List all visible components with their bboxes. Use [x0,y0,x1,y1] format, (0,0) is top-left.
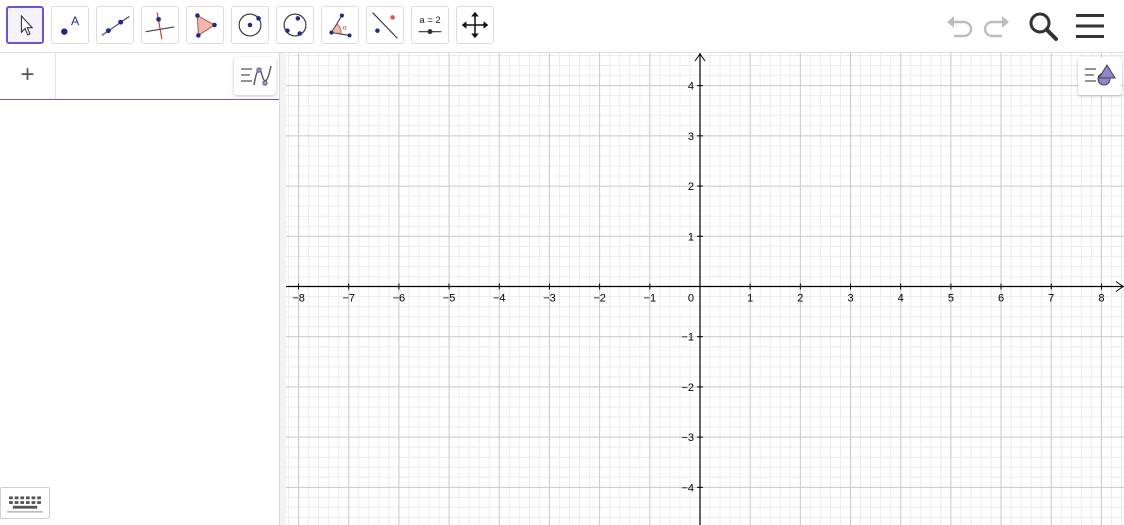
point-icon: A [61,14,80,35]
x-tick-label: 0 [688,292,694,304]
plus-icon: + [20,61,35,88]
polygon-tool-button[interactable] [186,6,224,44]
move-view-tool-button[interactable] [456,6,494,44]
keyboard-toggle-button[interactable] [0,487,50,519]
redo-button[interactable] [978,8,1014,44]
x-tick-label: 1 [747,292,753,304]
y-tick-label: −4 [681,482,694,494]
x-tick-label: 5 [948,292,954,304]
search-button[interactable] [1025,8,1061,44]
perpendicular-tool-button[interactable] [141,6,179,44]
y-tick-label: −1 [681,332,694,344]
move-pointer-icon [20,14,34,36]
redo-icon [983,16,1009,38]
y-tick-label: 1 [688,231,694,243]
search-icon [1029,12,1058,41]
x-tick-label: −4 [493,292,506,304]
x-tick-label: −6 [393,292,406,304]
circle-center-point-icon [238,13,262,37]
x-tick-label: −3 [543,292,556,304]
algebra-input-field[interactable] [57,53,233,99]
circle-tool-button[interactable] [231,6,269,44]
reflect-about-line-icon [372,12,398,39]
x-tick-label: −5 [443,292,456,304]
x-tick-label: 4 [898,292,904,304]
y-tick-label: 4 [688,81,694,93]
undo-icon [947,16,973,38]
polygon-icon [195,13,217,38]
x-tick-label: 3 [847,292,853,304]
svg-text:a = 2: a = 2 [419,15,440,26]
y-tick-label: −3 [681,432,694,444]
x-tick-label: 6 [998,292,1004,304]
line-tool-button[interactable] [96,6,134,44]
hamburger-menu-icon [1076,14,1104,38]
x-tick-label: −1 [644,292,657,304]
line-through-two-points-icon [101,16,130,36]
move-graphics-view-icon [461,11,489,39]
algebra-view: + [0,53,280,525]
graphics-view[interactable]: −8 −7 −6 −5 −4 −3 −2 −1 0 1 2 3 4 5 6 7 8 1 2 3 4 −1 −2 −3 −4 [286,53,1124,525]
x-tick-label: 7 [1048,292,1054,304]
angle-icon: α [329,13,352,38]
algebra-input-row: + [0,53,279,100]
x-tick-label: −8 [292,292,305,304]
angle-tool-button[interactable]: α [321,6,359,44]
circle-three-points-tool-button[interactable] [276,6,314,44]
algebra-view-menu-button[interactable] [234,57,276,95]
move-tool-button[interactable] [6,6,44,44]
circle-three-points-icon [283,13,307,37]
main-menu-button[interactable] [1072,8,1108,44]
reflect-tool-button[interactable] [366,6,404,44]
algebra-view-menu-icon [241,65,272,86]
slider-tool-button[interactable]: a = 2 [411,6,449,44]
perpendicular-line-icon [145,12,175,40]
y-tick-label: 2 [688,181,694,193]
virtual-keyboard-icon [7,496,43,513]
x-tick-label: 8 [1098,292,1104,304]
undo-button[interactable] [942,8,978,44]
point-tool-button[interactable]: A [51,6,89,44]
graphics-style-bar-icon [1085,64,1116,86]
graphics-style-bar-button[interactable] [1078,57,1122,95]
x-tick-label: −2 [593,292,606,304]
x-tick-label: −7 [342,292,355,304]
x-tick-label: 2 [797,292,803,304]
coordinate-grid: −8 −7 −6 −5 −4 −3 −2 −1 0 1 2 3 4 5 6 7 8 1 2 3 4 −1 −2 −3 −4 [286,53,1124,525]
toolbar: A α a = 2 [0,0,1124,53]
slider-icon: a = 2 [418,15,442,35]
svg-text:A: A [71,14,80,28]
add-input-button[interactable]: + [0,53,56,99]
y-tick-label: 3 [688,131,694,143]
y-tick-label: −2 [681,382,694,394]
svg-text:α: α [343,25,347,32]
